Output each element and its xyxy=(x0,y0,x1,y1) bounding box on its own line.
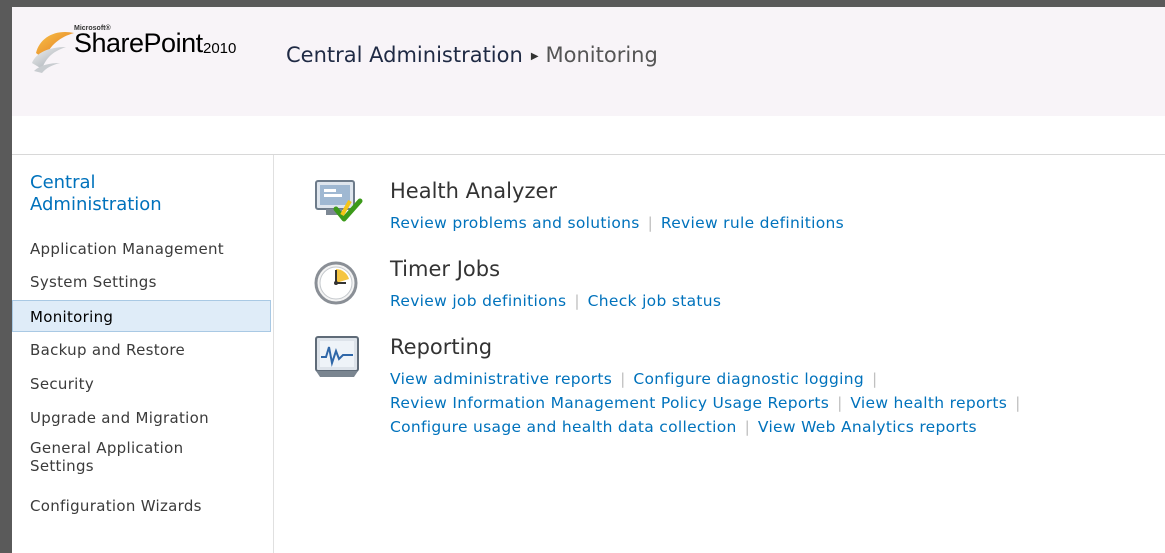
link-configure-diagnostic-logging[interactable]: Configure diagnostic logging xyxy=(633,370,864,388)
link-review-problems-and-solutions[interactable]: Review problems and solutions xyxy=(390,214,640,232)
link-configure-usage-and-health-data-collection[interactable]: Configure usage and health data collecti… xyxy=(390,418,737,436)
sidebar-item-backup-and-restore[interactable]: Backup and Restore xyxy=(12,334,271,366)
sidebar-item-monitoring[interactable]: Monitoring xyxy=(12,300,271,332)
sidebar-item-application-management[interactable]: Application Management xyxy=(12,233,271,265)
reporting-links-row-1: View administrative reports | Configure di… xyxy=(390,370,878,388)
sidebar-heading-link[interactable]: Central Administration xyxy=(30,172,230,216)
header: Microsoft® SharePoint 2010 Central Admin… xyxy=(12,7,1165,117)
sidebar-item-system-settings[interactable]: System Settings xyxy=(12,266,271,298)
health-analyzer-links: Review problems and solutions | Review rul… xyxy=(390,214,844,232)
breadcrumb-arrow-icon: ▶ xyxy=(530,51,539,62)
clock-icon xyxy=(314,261,358,305)
sidebar-item-general-application-settings[interactable]: General Application Settings xyxy=(12,436,242,478)
link-review-job-definitions[interactable]: Review job definitions xyxy=(390,292,566,310)
reporting-links-row-2: Review Information Management Policy Usa… xyxy=(390,394,1021,412)
sidebar-item-security[interactable]: Security xyxy=(12,368,271,400)
sidebar-item-upgrade-and-migration[interactable]: Upgrade and Migration xyxy=(12,402,271,434)
brand-version: 2010 xyxy=(203,40,237,57)
link-view-health-reports[interactable]: View health reports xyxy=(850,394,1007,412)
page-frame: Microsoft® SharePoint 2010 Central Admin… xyxy=(12,7,1165,553)
sharepoint-logo-icon xyxy=(32,31,74,73)
sidebar-nav: Central Administration Application Manag… xyxy=(12,155,274,553)
header-band xyxy=(12,116,1165,155)
section-title-health-analyzer[interactable]: Health Analyzer xyxy=(390,179,557,203)
link-review-rule-definitions[interactable]: Review rule definitions xyxy=(661,214,844,232)
health-analyzer-icon xyxy=(315,180,363,222)
timer-jobs-links: Review job definitions | Check job status xyxy=(390,292,722,310)
section-title-timer-jobs[interactable]: Timer Jobs xyxy=(390,257,500,281)
sidebar-item-configuration-wizards[interactable]: Configuration Wizards xyxy=(12,490,271,522)
link-review-information-management-policy-usage-reports[interactable]: Review Information Management Policy Usa… xyxy=(390,394,829,412)
reporting-links-row-3: Configure usage and health data collecti… xyxy=(390,418,977,436)
link-view-web-analytics-reports[interactable]: View Web Analytics reports xyxy=(758,418,977,436)
link-check-job-status[interactable]: Check job status xyxy=(588,292,722,310)
breadcrumb-root-link[interactable]: Central Administration xyxy=(286,43,523,67)
reporting-links: View administrative reports | Configure di… xyxy=(390,367,1028,439)
section-title-reporting[interactable]: Reporting xyxy=(390,335,492,359)
brand-name: SharePoint xyxy=(74,28,203,58)
chart-monitor-icon xyxy=(315,336,359,377)
breadcrumb-current: Monitoring xyxy=(545,43,658,67)
breadcrumb: Central Administration ▶ Monitoring xyxy=(286,43,658,67)
link-view-administrative-reports[interactable]: View administrative reports xyxy=(390,370,612,388)
